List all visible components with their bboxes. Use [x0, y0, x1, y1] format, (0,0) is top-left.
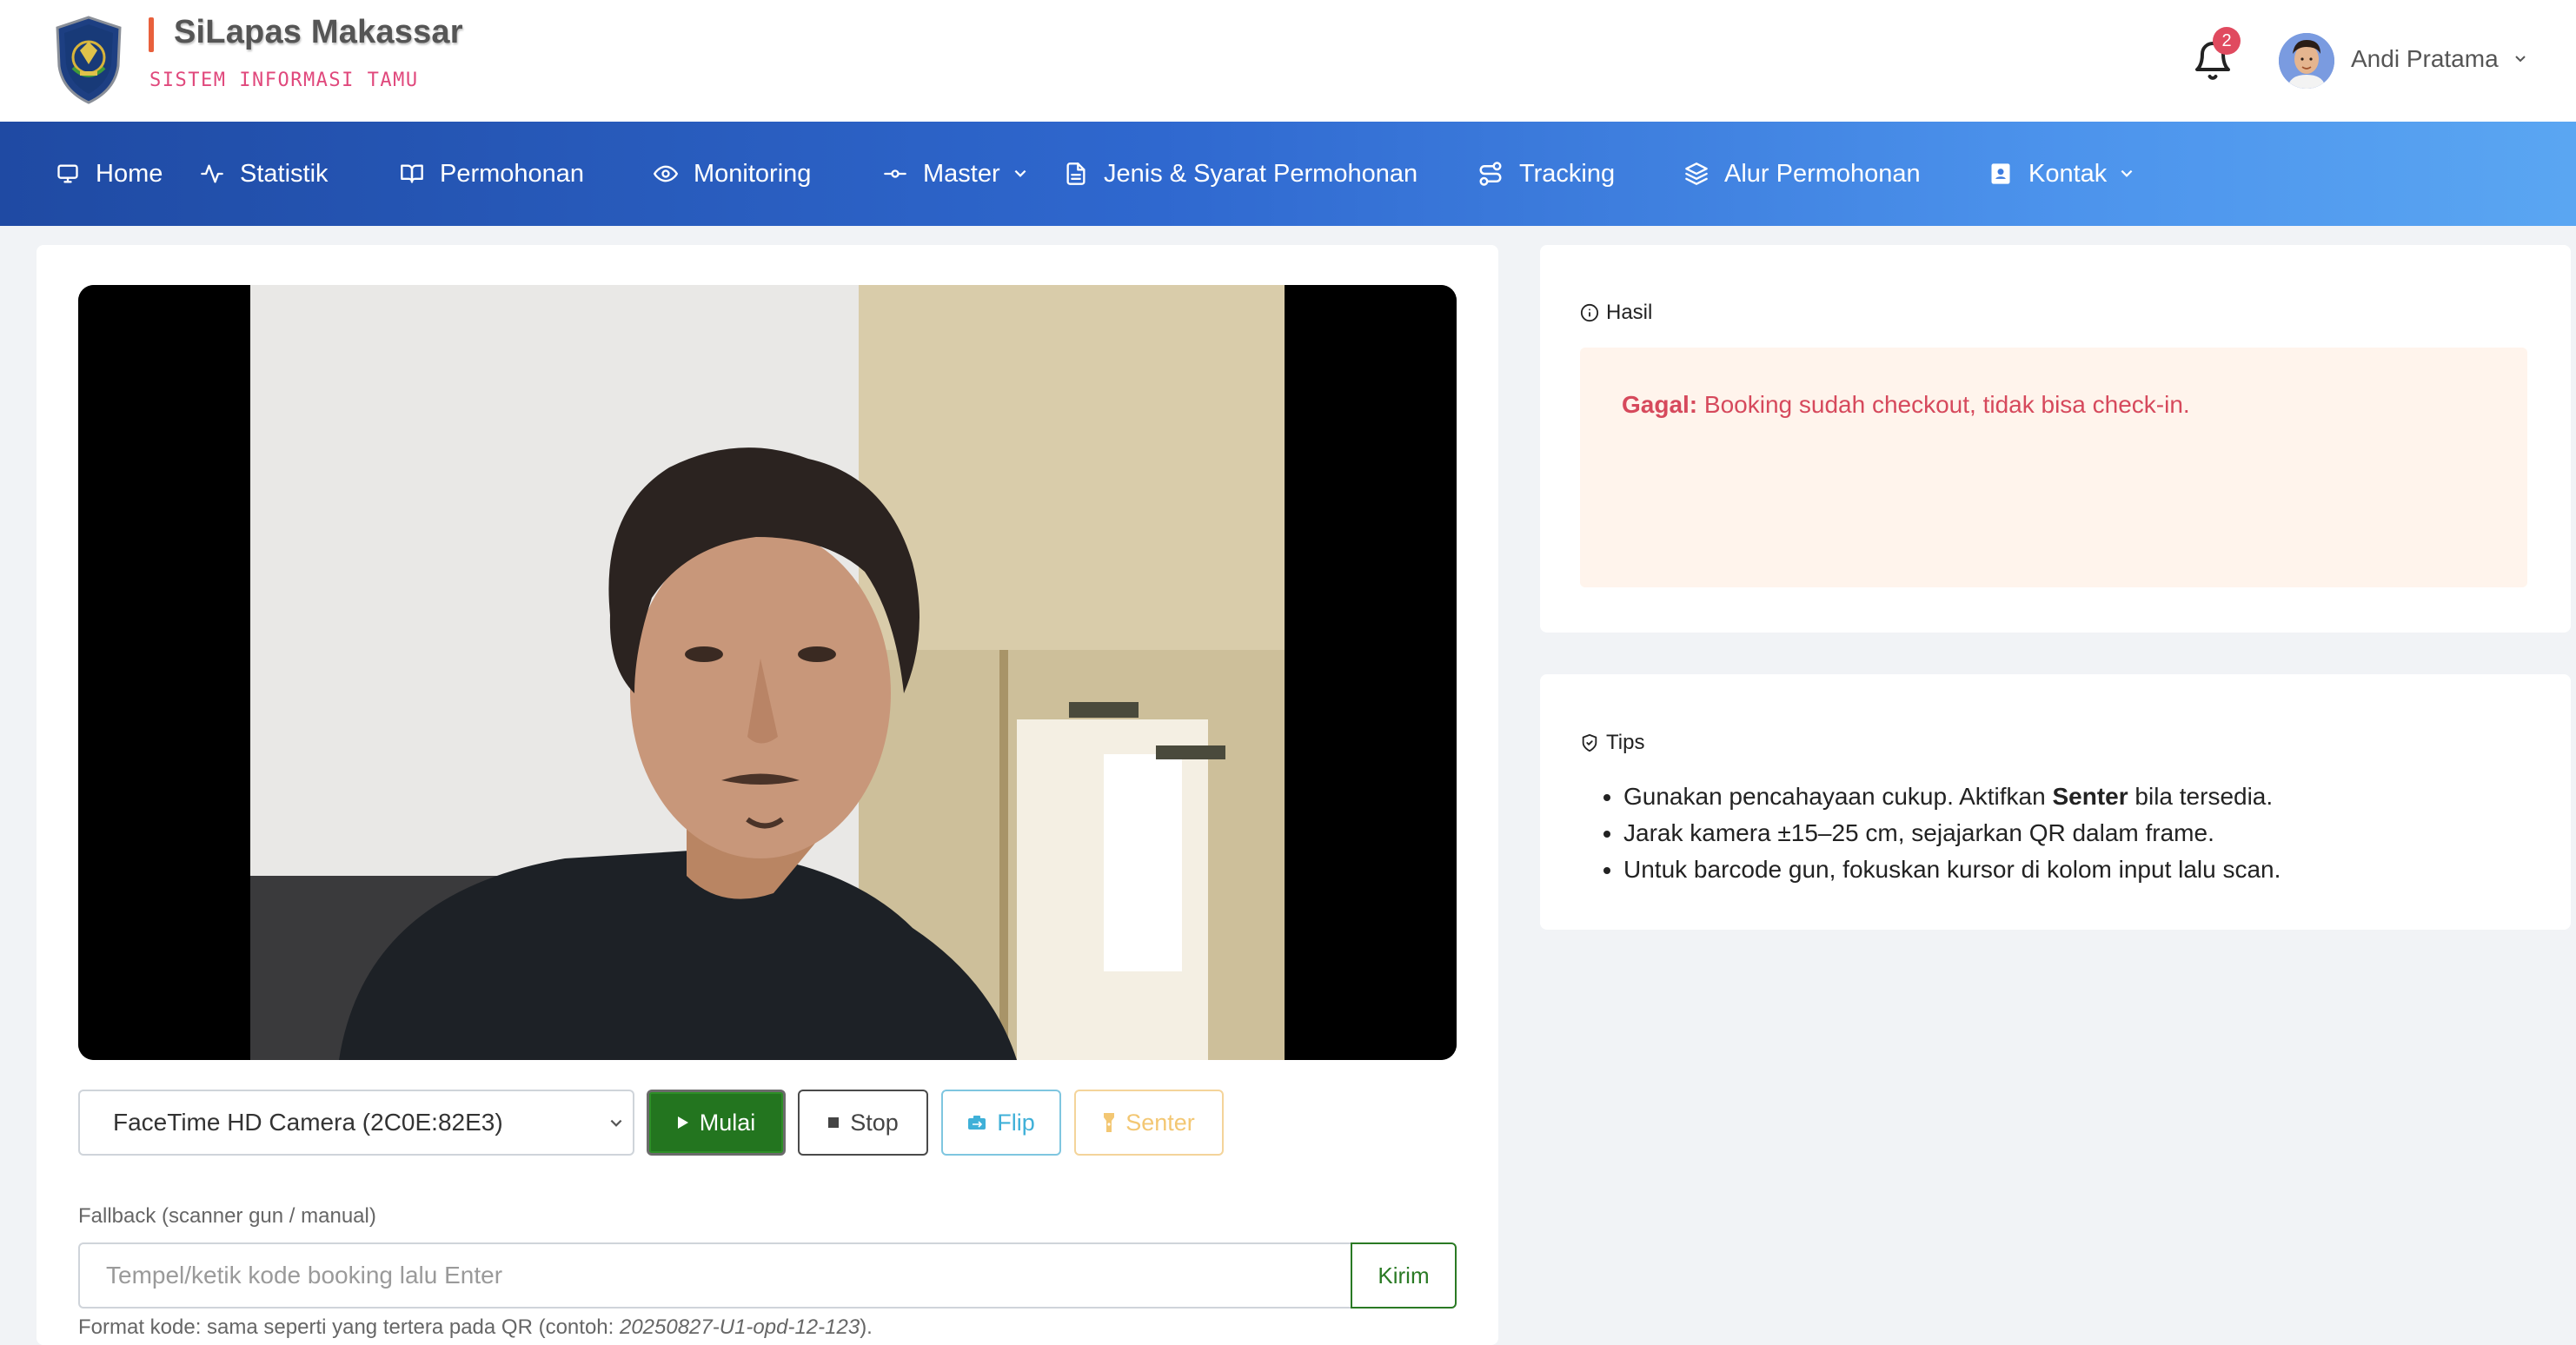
- top-header: SiLapas Makassar SISTEM INFORMASI TAMU 2…: [0, 0, 2576, 122]
- result-heading-text: Hasil: [1606, 301, 1653, 324]
- tip-text: bila tersedia.: [2128, 783, 2274, 810]
- file-text-icon: [1066, 162, 1086, 185]
- nav-label-permohonan: Permohonan: [440, 159, 585, 188]
- camera-select[interactable]: FaceTime HD Camera (2C0E:82E3): [78, 1090, 634, 1156]
- list-item: Jarak kamera ±15–25 cm, sejajarkan QR da…: [1623, 815, 2281, 851]
- tips-heading: Tips: [1580, 731, 1644, 755]
- user-name[interactable]: Andi Pratama: [2351, 45, 2499, 73]
- send-button[interactable]: Kirim: [1351, 1242, 1457, 1309]
- result-message: Gagal: Booking sudah checkout, tidak bis…: [1622, 391, 2190, 419]
- stop-icon: [828, 1117, 840, 1128]
- flashlight-icon: [1104, 1113, 1115, 1132]
- nav-item-home[interactable]: Home: [56, 122, 163, 226]
- nav-label-kontak: Kontak: [2028, 159, 2108, 188]
- camera-select-value: FaceTime HD Camera (2C0E:82E3): [113, 1109, 503, 1136]
- nav-item-kontak[interactable]: Kontak: [1988, 122, 2134, 226]
- main-navbar: Home Statistik Permohonan Monitoring Mas…: [0, 122, 2576, 226]
- nav-label-jenis-syarat: Jenis & Syarat Permohonan: [1104, 159, 1418, 188]
- tip-emphasis: Senter: [2052, 783, 2128, 810]
- torch-button-label: Senter: [1125, 1109, 1195, 1136]
- activity-icon: [201, 164, 223, 183]
- tips-heading-text: Tips: [1606, 731, 1645, 754]
- layers-icon: [1685, 162, 1708, 185]
- format-note-example: 20250827-U1-opd-12-123: [619, 1315, 860, 1339]
- nav-label-statistik: Statistik: [240, 159, 329, 188]
- nav-item-jenis-syarat[interactable]: Jenis & Syarat Permohonan: [1064, 122, 1417, 226]
- fallback-label: Fallback (scanner gun / manual): [78, 1204, 376, 1228]
- chevron-down-icon: [610, 1119, 622, 1127]
- git-commit-icon: [884, 169, 906, 178]
- stop-button-label: Stop: [850, 1109, 899, 1136]
- shield-check-icon: [1582, 733, 1597, 752]
- contact-book-icon: [1991, 163, 2010, 184]
- nav-label-tracking: Tracking: [1519, 159, 1616, 188]
- list-item: Gunakan pencahayaan cukup. Aktifkan Sent…: [1623, 779, 2281, 815]
- nav-item-alur-permohonan[interactable]: Alur Permohonan: [1684, 122, 1921, 226]
- start-button-label: Mulai: [699, 1109, 756, 1136]
- stop-button[interactable]: Stop: [798, 1090, 928, 1156]
- nav-label-master: Master: [923, 159, 1000, 188]
- monitor-icon: [57, 164, 78, 183]
- nav-item-master[interactable]: Master: [883, 122, 1028, 226]
- brand-accent-bar: [149, 17, 154, 52]
- result-message-text: Booking sudah checkout, tidak bisa check…: [1703, 391, 2190, 418]
- nav-label-monitoring: Monitoring: [694, 159, 812, 188]
- result-heading: Hasil: [1580, 301, 1652, 325]
- start-button[interactable]: Mulai: [647, 1090, 786, 1156]
- camera-preview: [78, 285, 1457, 1060]
- eye-icon: [654, 165, 678, 182]
- booking-code-input[interactable]: [78, 1242, 1352, 1309]
- info-icon: [1580, 303, 1599, 322]
- route-icon: [1479, 162, 1502, 186]
- result-status-label: Gagal:: [1622, 391, 1698, 418]
- camera-flip-icon: [968, 1116, 986, 1130]
- tip-text: Gunakan pencahayaan cukup. Aktifkan: [1623, 783, 2053, 810]
- book-open-icon: [401, 164, 423, 183]
- chevron-down-icon: [1014, 169, 1026, 177]
- format-note-prefix: Format kode: sama seperti yang tertera p…: [78, 1315, 620, 1339]
- nav-item-monitoring[interactable]: Monitoring: [654, 122, 811, 226]
- notification-badge: 2: [2213, 27, 2241, 55]
- play-icon: [677, 1116, 688, 1129]
- camera-feed-image: [78, 285, 1457, 1060]
- flip-button-label: Flip: [997, 1109, 1035, 1136]
- flip-button[interactable]: Flip: [941, 1090, 1061, 1156]
- nav-item-statistik[interactable]: Statistik: [200, 122, 329, 226]
- avatar[interactable]: [2279, 33, 2334, 89]
- format-note: Format kode: sama seperti yang tertera p…: [78, 1315, 873, 1340]
- institution-logo[interactable]: [54, 16, 123, 104]
- chevron-down-icon[interactable]: [2513, 54, 2527, 64]
- nav-item-permohonan[interactable]: Permohonan: [400, 122, 584, 226]
- nav-label-alur-permohonan: Alur Permohonan: [1724, 159, 1921, 188]
- format-note-suffix: ).: [860, 1315, 873, 1339]
- torch-button[interactable]: Senter: [1074, 1090, 1224, 1156]
- chevron-down-icon: [2121, 169, 2133, 177]
- tips-list: Gunakan pencahayaan cukup. Aktifkan Sent…: [1623, 779, 2281, 888]
- result-alert: Gagal: Booking sudah checkout, tidak bis…: [1580, 348, 2527, 587]
- list-item: Untuk barcode gun, fokuskan kursor di ko…: [1623, 851, 2281, 888]
- nav-label-home: Home: [96, 159, 163, 188]
- app-title[interactable]: SiLapas Makassar: [174, 14, 463, 51]
- nav-item-tracking[interactable]: Tracking: [1477, 122, 1615, 226]
- app-subtitle: SISTEM INFORMASI TAMU: [149, 70, 419, 91]
